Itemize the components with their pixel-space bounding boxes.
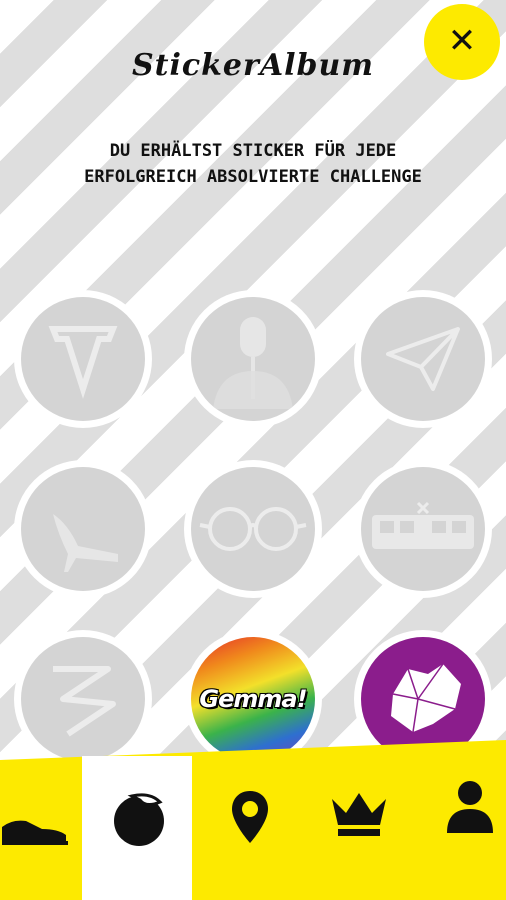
nav-map[interactable] — [222, 782, 278, 852]
tram-icon — [372, 501, 474, 549]
round-glasses-icon — [199, 507, 307, 551]
sticker-round-glasses[interactable] — [184, 460, 322, 598]
vienna-map-icon — [391, 663, 461, 733]
location-pin-icon — [232, 791, 268, 843]
sticker-high-heel[interactable] — [14, 460, 152, 598]
sticker-v-logo[interactable] — [14, 290, 152, 428]
sticker-paper-plane[interactable] — [354, 290, 492, 428]
v-logo-icon — [48, 326, 118, 399]
crown-icon — [332, 793, 386, 836]
page-title: StickerAlbum — [131, 48, 375, 83]
microphone-icon — [213, 317, 293, 409]
shoe-icon — [2, 820, 68, 845]
nav-profile[interactable] — [440, 776, 500, 836]
paper-plane-icon — [386, 327, 460, 391]
intro-text: Du erhältst Sticker für jede erfolgreich… — [84, 141, 422, 187]
sticker-microphone[interactable] — [184, 290, 322, 428]
high-heel-icon — [53, 514, 118, 572]
user-icon — [447, 781, 493, 833]
sticker-icon — [114, 793, 164, 846]
nav-sticker[interactable] — [106, 786, 172, 852]
sticker-tram[interactable] — [354, 460, 492, 598]
graffiti-swirl-icon — [53, 666, 116, 737]
nav-ranking[interactable] — [328, 786, 390, 842]
gemma-label: Gemma! — [199, 685, 307, 713]
nav-shoe[interactable] — [0, 800, 70, 860]
